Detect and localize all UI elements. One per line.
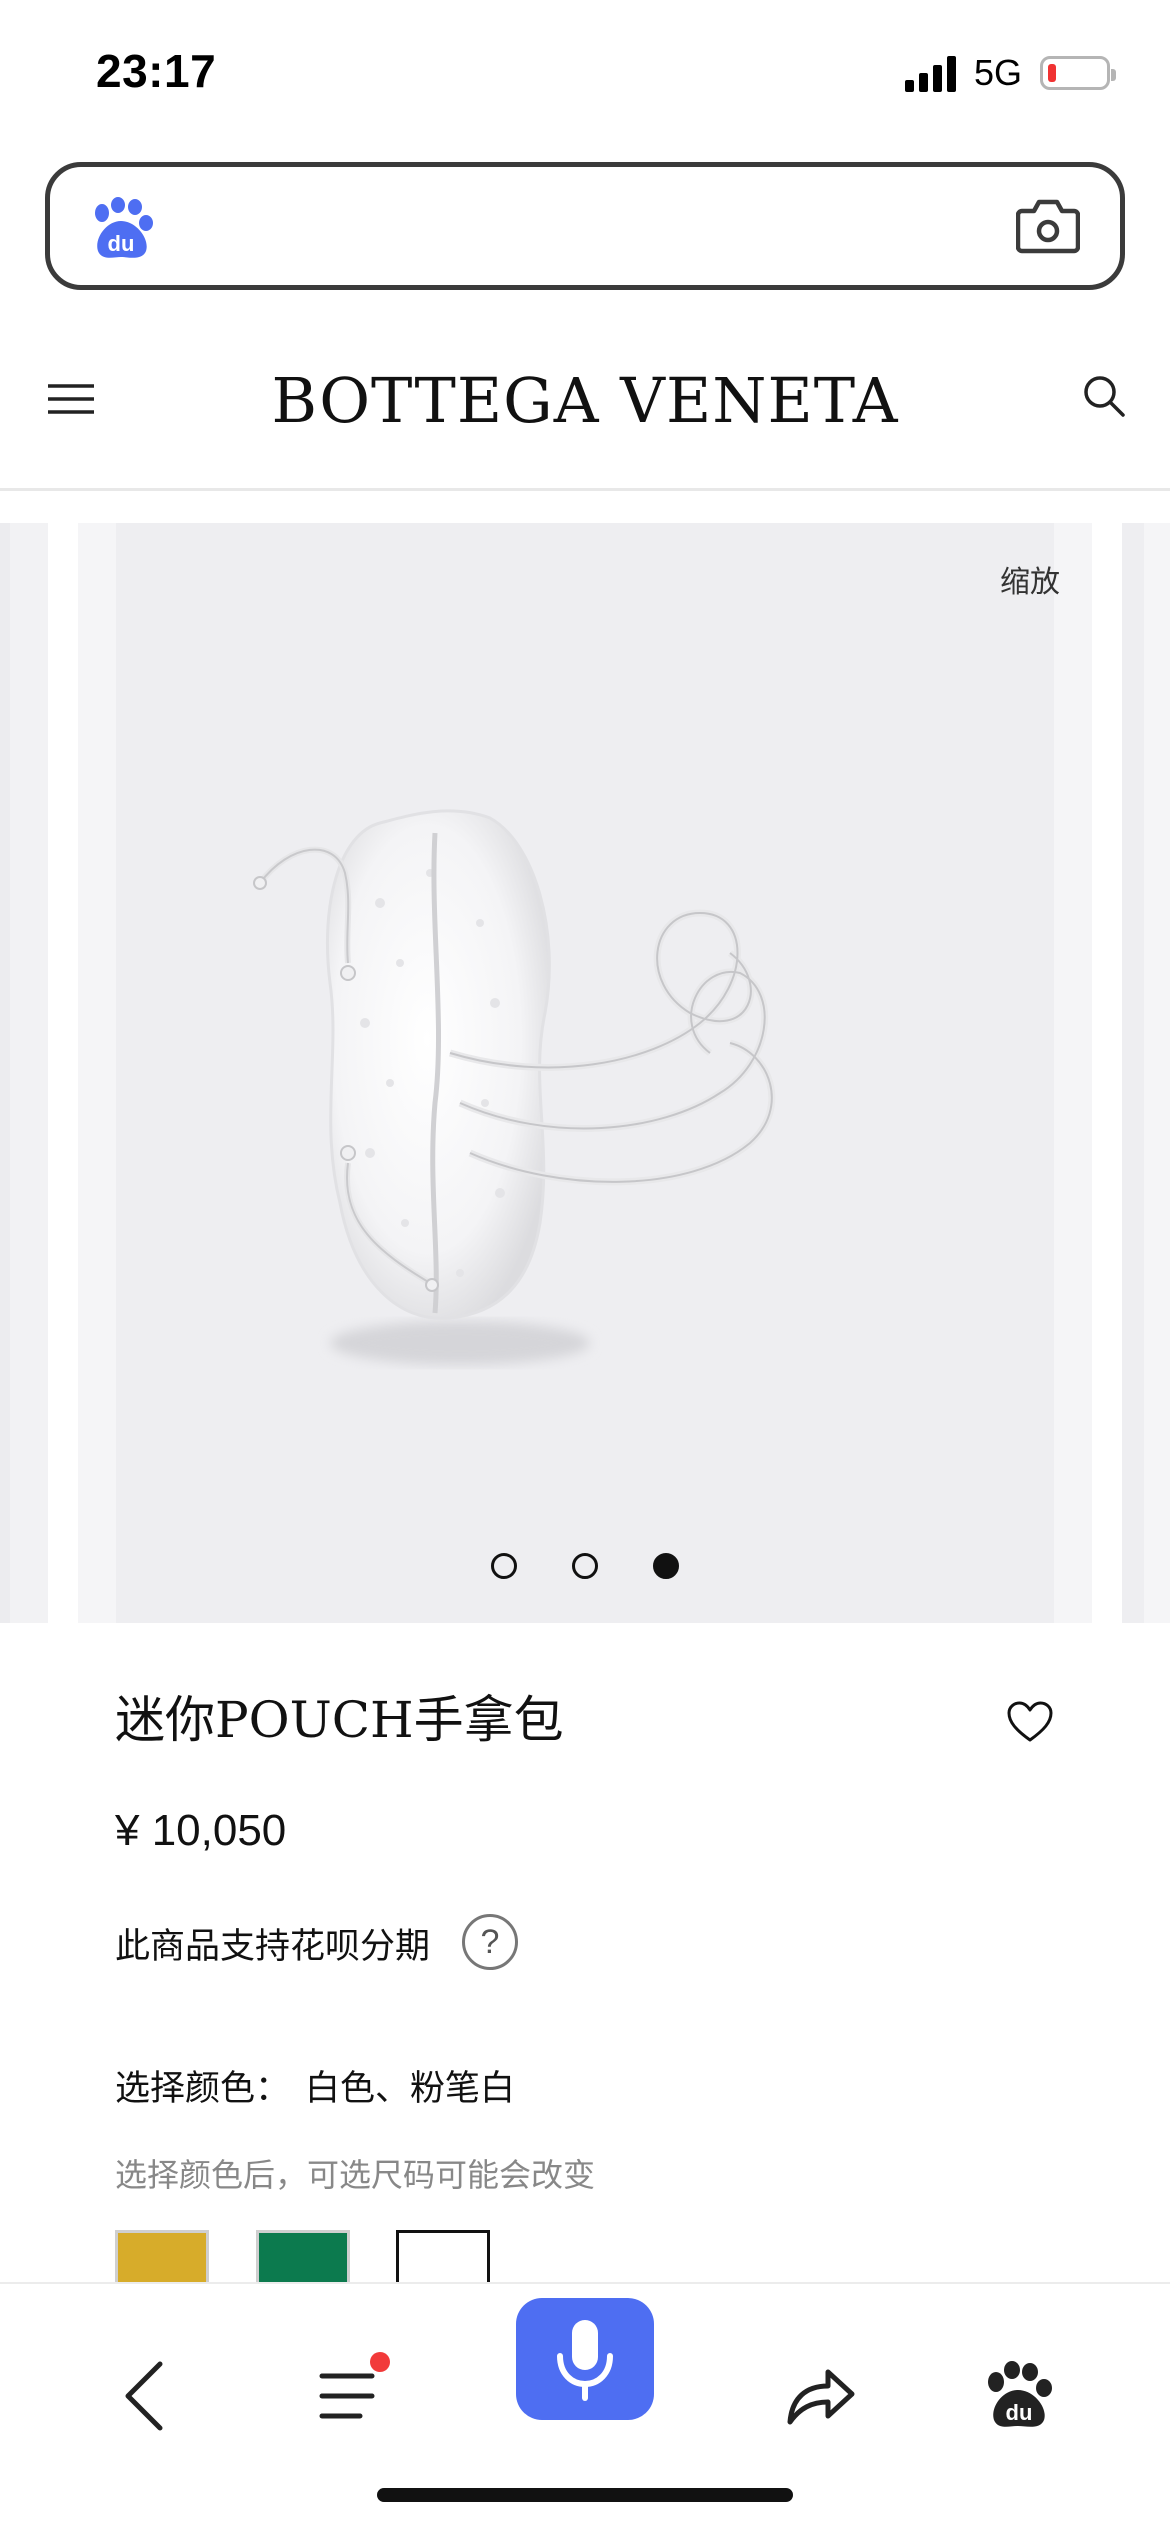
carousel-dot-2[interactable] [572,1553,598,1579]
baidu-logo-icon: du [95,197,153,258]
svg-text:du: du [1006,2400,1033,2425]
product-price: ¥ 10,050 [115,1806,287,1855]
status-time: 23:17 [96,45,217,97]
next-slide-peek[interactable] [1122,523,1170,1623]
carousel-dot-1[interactable] [491,1553,517,1579]
svg-text:du: du [108,231,135,256]
product-image [253,809,776,1365]
share-icon[interactable] [780,2356,860,2436]
carousel-pagination [0,1553,1170,1583]
back-icon[interactable] [106,2356,186,2436]
camera-icon[interactable] [1016,197,1080,255]
header-divider [0,488,1170,491]
tabs-menu-button[interactable] [310,2352,390,2436]
home-indicator [377,2488,793,2502]
notification-dot [370,2352,390,2372]
signal-icon [905,56,956,92]
color-hint: 选择颜色后，可选尺码可能会改变 [115,2156,596,2194]
battery-icon [1040,56,1116,90]
status-bar: 23:17 5G [0,0,1170,150]
voice-search-button[interactable] [516,2298,654,2420]
installment-text: 此商品支持花呗分期 [115,1927,431,1967]
zoom-button[interactable]: 缩放 [1000,557,1060,601]
brand-logo[interactable]: BOTTEGA VENETA [0,364,1170,437]
color-value: 白色、粉笔白 [305,2069,516,2109]
search-bar[interactable]: du [45,162,1125,290]
previous-slide-peek[interactable] [0,523,48,1623]
help-icon[interactable]: ? [462,1914,518,1970]
baidu-paw-icon[interactable]: du [980,2356,1060,2436]
product-image-carousel[interactable]: 缩放 [0,523,1170,1623]
network-type: 5G [974,52,1023,93]
site-header: BOTTEGA VENETA [0,330,1170,490]
color-label: 选择颜色： [115,2069,291,2109]
heart-icon[interactable] [1006,1700,1054,1744]
microphone-icon [557,2320,613,2401]
search-input[interactable] [180,189,1000,263]
search-icon[interactable] [1082,374,1126,418]
carousel-dot-3-active[interactable] [653,1553,679,1579]
product-title: 迷你POUCH手拿包 [115,1691,564,1749]
